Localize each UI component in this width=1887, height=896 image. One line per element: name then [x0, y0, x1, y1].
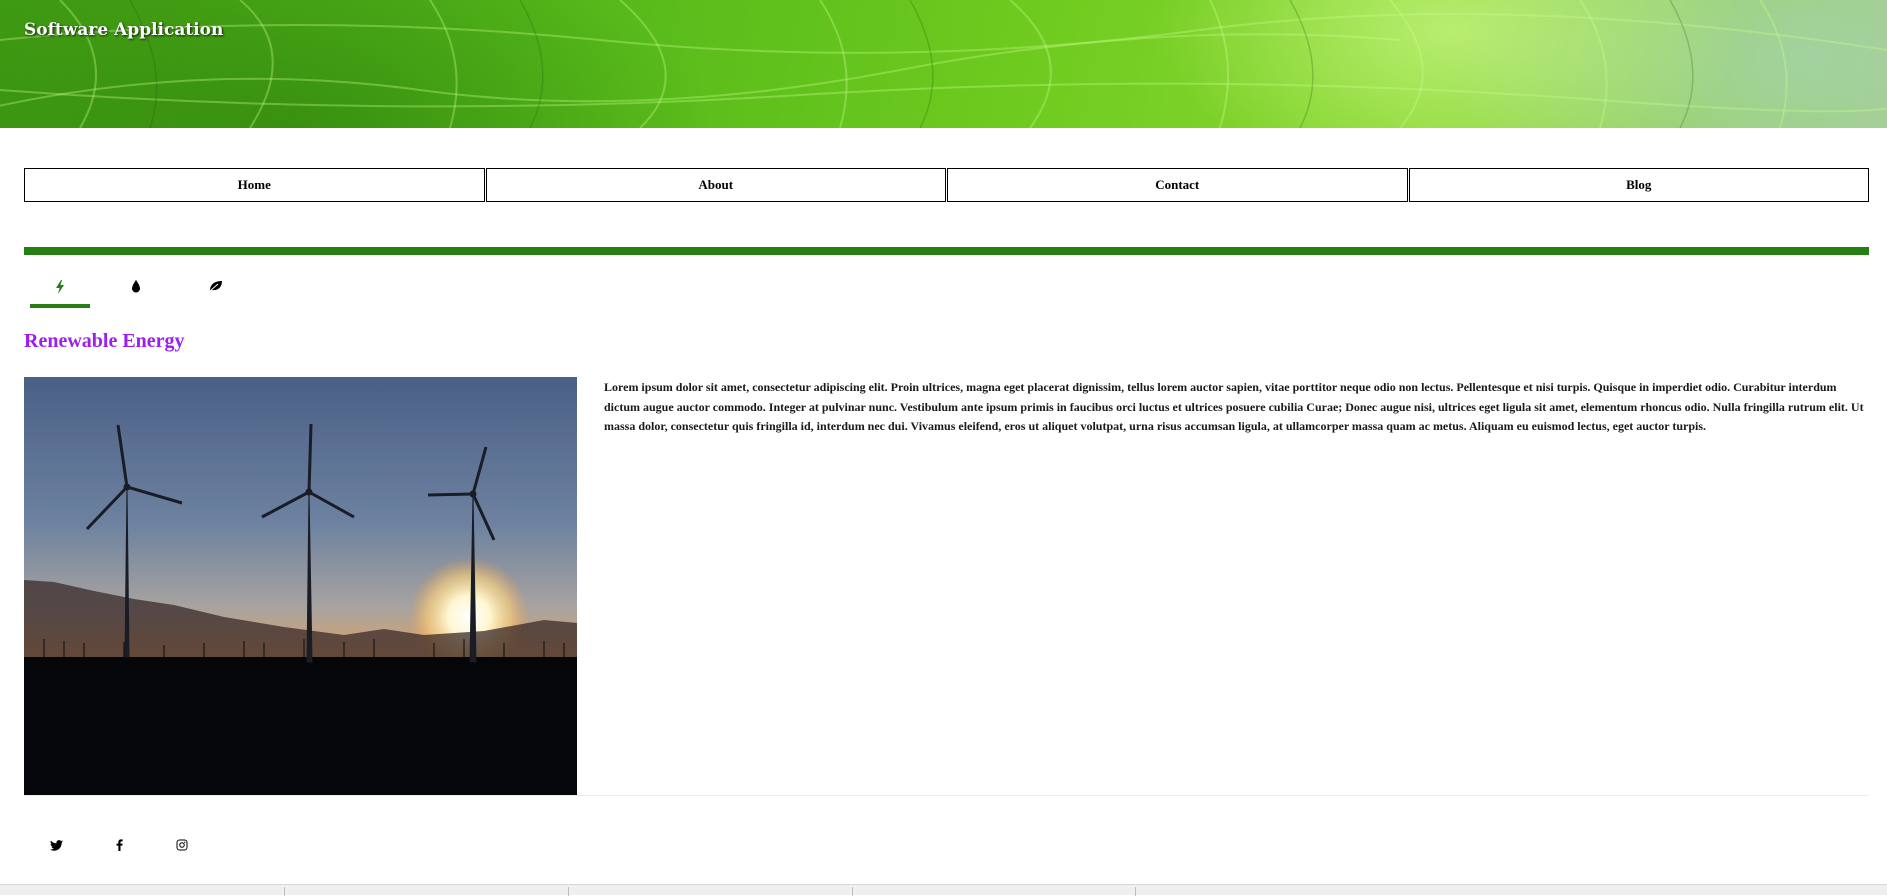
nav-blog[interactable]: Blog [1408, 168, 1869, 202]
wind-turbine-photo [24, 377, 577, 795]
leaf-icon [209, 281, 222, 292]
app-title: Software Application [24, 20, 224, 40]
instagram-link[interactable] [166, 836, 198, 854]
water-drop-icon [132, 280, 140, 293]
tab-nature[interactable] [186, 278, 246, 308]
sunset-image [24, 377, 577, 795]
footer-bar [0, 884, 1887, 896]
tab-renewable-energy[interactable] [30, 278, 90, 308]
section-title: Renewable Energy [24, 330, 185, 352]
content-separator [24, 795, 1869, 796]
green-divider [24, 247, 1869, 255]
facebook-icon [116, 839, 123, 851]
nav-about[interactable]: About [485, 168, 946, 202]
nav-home[interactable]: Home [24, 168, 485, 202]
bolt-icon [56, 280, 64, 294]
facebook-link[interactable] [103, 836, 135, 854]
twitter-icon [49, 839, 63, 851]
leaf-texture [0, 0, 1887, 128]
main-nav: Home About Contact Blog [24, 168, 1869, 202]
instagram-icon [176, 839, 188, 851]
header-banner: Software Application [0, 0, 1887, 128]
twitter-link[interactable] [40, 836, 72, 854]
tab-water[interactable] [106, 278, 166, 308]
nav-contact[interactable]: Contact [947, 168, 1408, 202]
section-body-text: Lorem ipsum dolor sit amet, consectetur … [604, 380, 1864, 433]
